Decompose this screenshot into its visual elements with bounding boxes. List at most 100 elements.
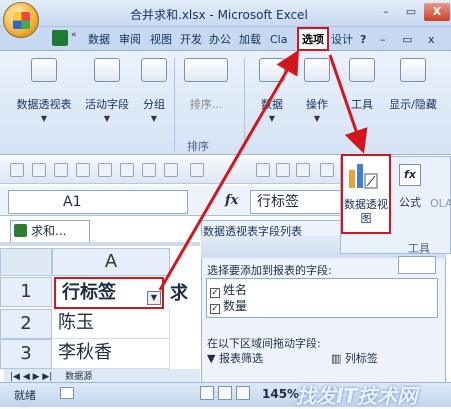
field-label: 姓名 — [223, 283, 248, 297]
ola-label[interactable]: OLA — [430, 197, 451, 210]
column-labels-label: 列标签 — [344, 352, 378, 365]
align-right-icon[interactable] — [296, 163, 310, 177]
pivot-table-button[interactable]: 数据透视表 ▼ — [12, 56, 76, 126]
dropdown-arrow-icon: ▼ — [40, 114, 48, 123]
office-logo-icon — [13, 12, 30, 29]
panel-title: 数据透视表字段列表 — [203, 225, 302, 238]
formula-button[interactable]: fx 公式 — [396, 164, 424, 210]
normal-view-icon[interactable] — [200, 386, 214, 400]
data-icon — [259, 58, 285, 82]
formula-icon: fx — [399, 164, 421, 186]
active-field-button[interactable]: 活动字段 ▼ — [80, 56, 134, 126]
sort-label: 排序... — [189, 98, 223, 111]
tab-strip — [0, 242, 200, 246]
tab-office[interactable]: 办公 — [209, 30, 231, 50]
show-hide-button[interactable]: 显示/隐藏 — [384, 56, 442, 126]
align-center-icon[interactable] — [276, 163, 290, 177]
tab-data[interactable]: 数据 — [88, 30, 110, 50]
tab-developer[interactable]: 开发 — [180, 30, 202, 50]
dropdown-arrow-icon: ▼ — [103, 114, 111, 123]
minimize-button[interactable]: – — [374, 3, 398, 21]
sheet-navigation[interactable]: |◀ ◀ ▶ ▶| 数据源 — [4, 369, 200, 382]
merge-icon[interactable] — [320, 163, 334, 177]
ribbon-restore-icon[interactable]: ▭ — [402, 30, 412, 50]
fx-icon[interactable]: fx — [225, 193, 238, 208]
zoom-level[interactable]: 145% — [262, 387, 299, 401]
preview-icon[interactable] — [164, 163, 178, 177]
sort-icon — [184, 58, 228, 82]
field-quantity[interactable]: ✓ 数量 — [210, 297, 247, 314]
panel-prompt: 选择要添加到报表的字段: — [207, 264, 332, 277]
group-button[interactable]: 分组 ▼ — [136, 56, 172, 126]
undo-icon[interactable] — [190, 163, 204, 177]
data-button[interactable]: 数据 ▼ — [254, 56, 290, 126]
row-header-2[interactable]: 2 — [0, 309, 52, 339]
filter-dropdown-icon[interactable]: ▼ — [147, 291, 161, 305]
office-button[interactable] — [3, 2, 39, 38]
checkbox-checked-icon[interactable]: ✓ — [210, 304, 220, 314]
tools-group-label: 工具 — [408, 242, 430, 255]
ribbon-separator — [174, 58, 175, 152]
cell-a2[interactable]: 陈玉 — [52, 309, 170, 339]
new-icon[interactable] — [54, 163, 68, 177]
paste-icon[interactable] — [120, 163, 134, 177]
cell-a3[interactable]: 李秋香 — [52, 339, 170, 369]
field-label: 数量 — [223, 299, 248, 313]
name-box[interactable]: A1 — [8, 190, 188, 214]
excel-icon[interactable] — [52, 30, 68, 46]
sheet-tab-data-source[interactable]: 数据源 — [65, 372, 92, 382]
pivot-table-icon — [31, 58, 57, 82]
align-left-icon[interactable] — [256, 163, 270, 177]
format-painter-icon[interactable] — [10, 163, 24, 177]
sort-group-label: 排序 — [187, 140, 209, 153]
chevron-icon[interactable]: « — [71, 30, 79, 46]
columns-icon: ▥ — [331, 352, 345, 365]
drag-prompt: 在以下区域间拖动字段: — [207, 337, 321, 350]
actions-label: 操作 — [306, 98, 328, 111]
cut-icon[interactable] — [32, 163, 46, 177]
column-labels-area[interactable]: ▥ 列标签 — [331, 350, 378, 366]
tools-button[interactable]: 工具 — [344, 56, 380, 126]
ribbon-close-icon[interactable]: x — [428, 30, 435, 50]
show-hide-icon — [400, 58, 426, 82]
print-icon[interactable] — [142, 163, 156, 177]
sort-button[interactable]: 排序... — [176, 56, 236, 126]
macro-record-icon[interactable] — [60, 387, 74, 399]
filter-icon: ▼ — [207, 352, 219, 365]
group-label: 分组 — [143, 98, 165, 111]
row-header-3[interactable]: 3 — [0, 339, 52, 369]
tab-options[interactable]: 选项 — [302, 30, 324, 50]
page-layout-view-icon[interactable] — [218, 386, 232, 400]
report-filter-area[interactable]: ▼ 报表筛选 — [207, 350, 263, 366]
tab-review[interactable]: 审阅 — [119, 30, 141, 50]
sheet-nav-arrows[interactable]: |◀ ◀ ▶ ▶| — [10, 372, 52, 382]
pivot-chart-label: 数据透视图 — [344, 198, 388, 225]
select-all-corner[interactable] — [0, 248, 52, 276]
row-header-1[interactable]: 1 — [0, 277, 52, 307]
tools-icon — [349, 58, 375, 82]
tab-view[interactable]: 视图 — [150, 30, 172, 50]
actions-button[interactable]: 操作 ▼ — [296, 56, 338, 126]
tools-label: 工具 — [351, 98, 373, 111]
field-name[interactable]: ✓ 姓名 — [210, 281, 247, 298]
tab-cla[interactable]: Cla — [270, 30, 287, 50]
save-icon[interactable] — [76, 163, 90, 177]
ribbon-minimize-icon[interactable]: – — [380, 30, 386, 50]
tab-addins[interactable]: 加载 — [239, 30, 261, 50]
ribbon-separator — [244, 58, 245, 152]
help-icon[interactable]: ? — [360, 30, 366, 50]
sheet-icon — [14, 224, 27, 237]
close-button[interactable]: X — [424, 3, 450, 21]
formula-label: 公式 — [399, 196, 421, 209]
column-header-a[interactable]: A — [52, 248, 170, 276]
layout-button[interactable] — [398, 256, 436, 274]
dropdown-arrow-icon: ▼ — [313, 114, 321, 123]
copy-icon[interactable] — [98, 163, 112, 177]
active-field-icon — [94, 58, 120, 82]
page-break-view-icon[interactable] — [236, 386, 250, 400]
tab-design[interactable]: 设计 — [331, 30, 353, 50]
window-title: 合并求和.xlsx - Microsoft Excel — [130, 8, 308, 22]
group-icon — [141, 58, 167, 82]
maximize-button[interactable]: ▭ — [399, 3, 423, 21]
cell-b1[interactable]: 求 — [170, 279, 188, 305]
